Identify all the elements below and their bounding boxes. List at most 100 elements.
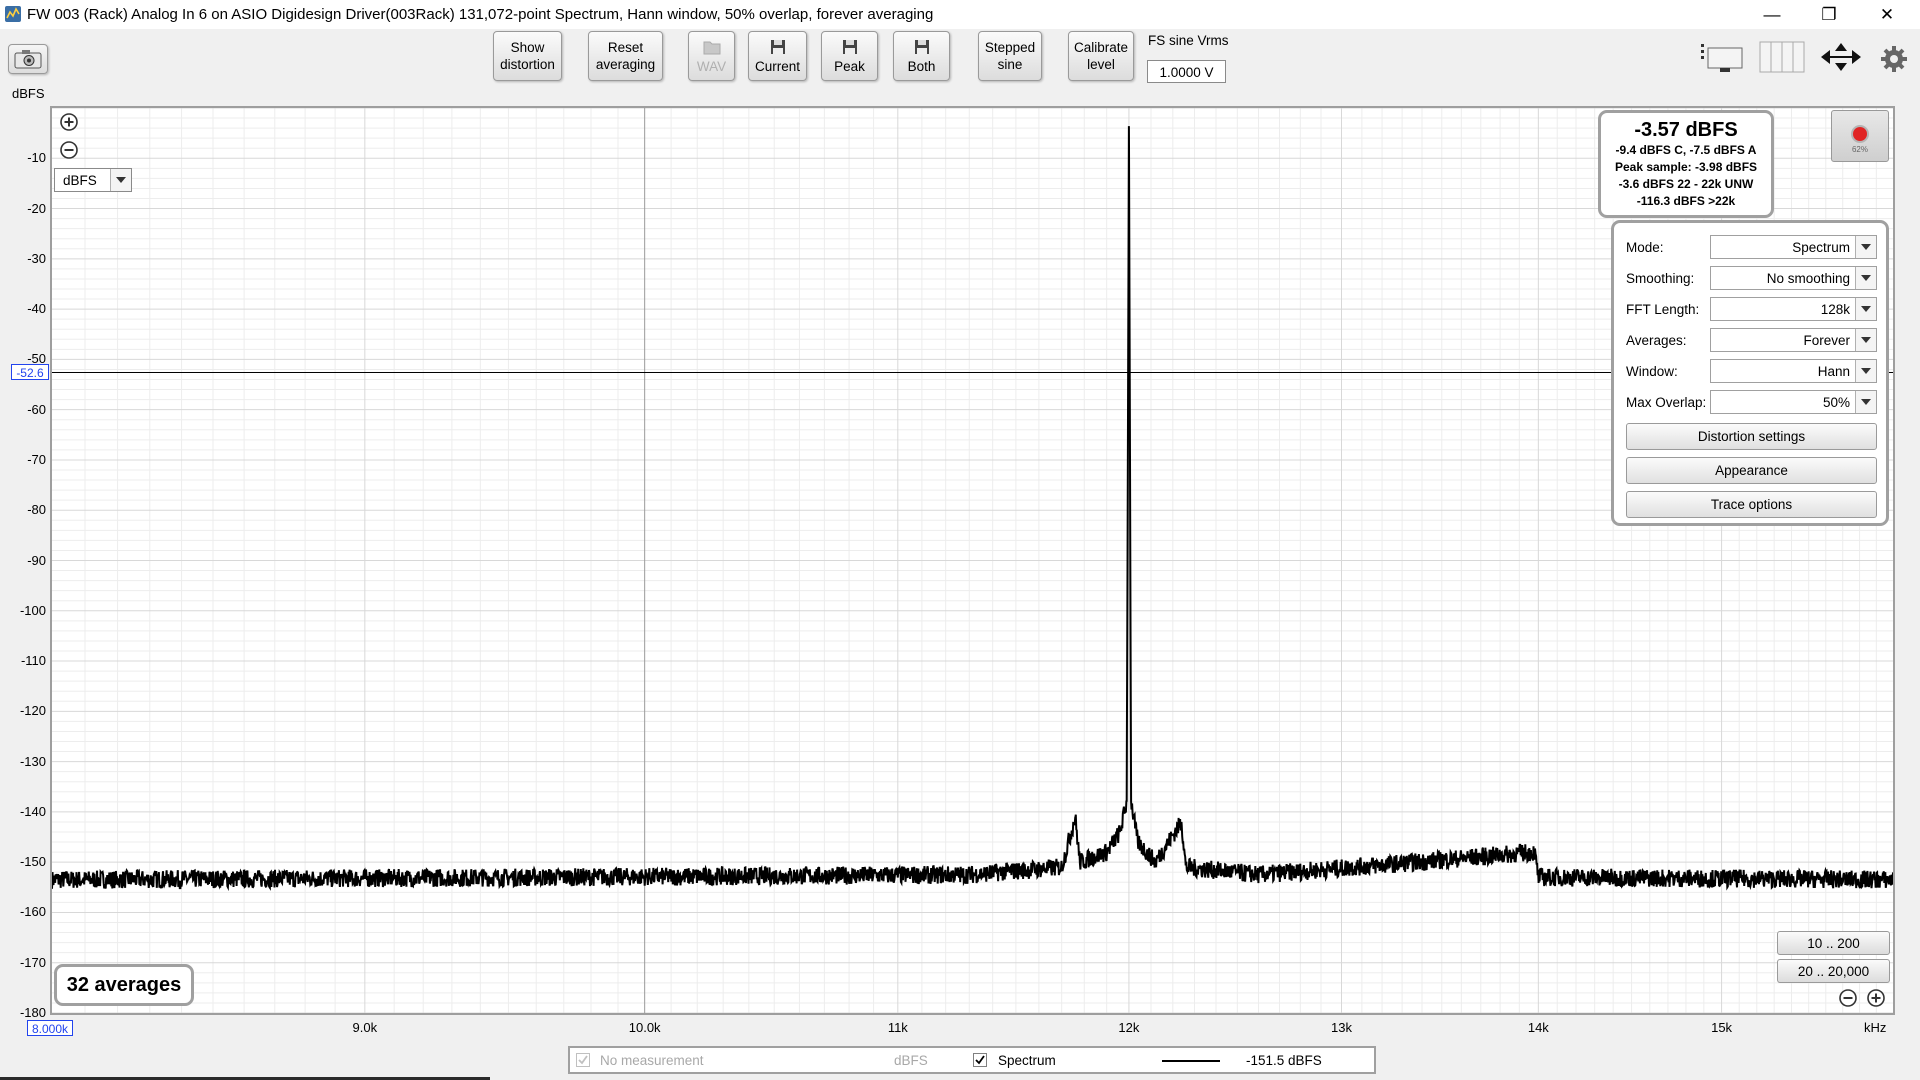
x-unit-label: kHz xyxy=(1864,1020,1887,1035)
minimize-button[interactable]: — xyxy=(1743,0,1801,29)
calibrate-level-label-2: level xyxy=(1087,57,1115,72)
y-tick-label: -70 xyxy=(27,451,46,467)
chevron-down-icon[interactable] xyxy=(1855,329,1876,351)
mode-label: Mode: xyxy=(1626,240,1664,255)
app-icon xyxy=(5,6,21,22)
legend: No measurement dBFS Spectrum -151.5 dBFS xyxy=(568,1046,1376,1074)
peak-label: Peak xyxy=(834,58,865,74)
toolbar xyxy=(0,29,1920,105)
y-tick-label: -130 xyxy=(19,753,46,769)
y-tick-label: -170 xyxy=(19,954,46,970)
fft-length-value: 128k xyxy=(1820,302,1850,317)
zoom-in-icon[interactable] xyxy=(59,112,79,132)
pan-arrows-icon[interactable] xyxy=(1818,40,1864,74)
level-peak-sample: Peak sample: -3.98 dBFS xyxy=(1614,160,1758,174)
camera-button[interactable] xyxy=(8,44,48,74)
record-button[interactable]: 62% xyxy=(1831,110,1889,162)
both-label: Both xyxy=(907,58,936,74)
chevron-down-icon[interactable] xyxy=(1855,298,1876,320)
y-tick-label: -40 xyxy=(27,301,46,317)
no-measurement-checkbox[interactable] xyxy=(576,1053,590,1067)
wav-button[interactable]: WAV xyxy=(688,31,735,81)
no-measurement-unit: dBFS xyxy=(894,1053,928,1068)
title-bar: FW 003 (Rack) Analog In 6 on ASIO Digide… xyxy=(0,0,1920,30)
calibrate-level-label-1: Calibrate xyxy=(1073,40,1129,55)
window-select[interactable]: Hann xyxy=(1710,359,1877,383)
layout-controls-icon[interactable] xyxy=(1698,40,1746,74)
y-tick-label: -160 xyxy=(19,904,46,920)
y-tick-label: -120 xyxy=(19,703,46,719)
fs-sine-input[interactable]: 1.0000 V xyxy=(1147,60,1226,83)
show-distortion-button[interactable]: Show distortion xyxy=(493,31,562,81)
x-tick-label: 11k xyxy=(887,1020,908,1035)
x-tick-label: 14k xyxy=(1527,1020,1549,1035)
restore-button[interactable]: ❐ xyxy=(1800,0,1858,29)
both-button[interactable]: Both xyxy=(893,31,950,81)
save-icon xyxy=(914,39,929,54)
window-title: FW 003 (Rack) Analog In 6 on ASIO Digide… xyxy=(27,6,934,23)
averages-count: 32 averages xyxy=(54,964,194,1006)
level-readout: -3.57 dBFS -9.4 dBFS C, -7.5 dBFS A Peak… xyxy=(1598,110,1774,218)
zoom-out-icon[interactable] xyxy=(59,140,79,160)
calibrate-level-button[interactable]: Calibrate level xyxy=(1068,31,1134,81)
fft-length-select[interactable]: 128k xyxy=(1710,297,1877,321)
distortion-settings-button[interactable]: Distortion settings xyxy=(1626,423,1877,450)
smoothing-select[interactable]: No smoothing xyxy=(1710,266,1877,290)
y-tick-label: -110 xyxy=(20,653,46,669)
smoothing-value: No smoothing xyxy=(1766,271,1850,286)
averages-label: Averages: xyxy=(1626,333,1687,348)
unit-select[interactable]: dBFS xyxy=(54,168,132,192)
spectrum-checkbox[interactable] xyxy=(973,1053,987,1067)
gear-icon[interactable] xyxy=(1879,44,1909,74)
cursor-y-readout[interactable]: -52.6 xyxy=(11,364,49,380)
zoom-in-icon[interactable] xyxy=(1866,988,1886,1008)
averages-select[interactable]: Forever xyxy=(1710,328,1877,352)
chevron-down-icon[interactable] xyxy=(110,169,131,191)
spectrum-legend-label: Spectrum xyxy=(998,1053,1056,1068)
zoom-out-icon[interactable] xyxy=(1838,988,1858,1008)
y-tick-label: -20 xyxy=(27,200,46,216)
max-overlap-value: 50% xyxy=(1822,395,1850,410)
close-button[interactable]: ✕ xyxy=(1858,0,1916,29)
chevron-down-icon[interactable] xyxy=(1855,391,1876,413)
averages-value: Forever xyxy=(1803,333,1850,348)
reset-averaging-label-1: Reset xyxy=(607,40,644,55)
appearance-button[interactable]: Appearance xyxy=(1626,457,1877,484)
chevron-down-icon[interactable] xyxy=(1855,360,1876,382)
save-icon xyxy=(770,39,785,54)
camera-icon xyxy=(14,50,42,69)
check-icon xyxy=(975,1055,985,1065)
y-tick-label: -180 xyxy=(19,1005,46,1020)
mode-select[interactable]: Spectrum xyxy=(1710,235,1877,259)
level-main-value: -3.57 dBFS xyxy=(1634,119,1738,141)
stepped-sine-button[interactable]: Stepped sine xyxy=(978,31,1042,81)
max-overlap-select[interactable]: 50% xyxy=(1710,390,1877,414)
peak-button[interactable]: Peak xyxy=(821,31,878,81)
smoothing-label: Smoothing: xyxy=(1626,271,1695,286)
range-20-20000-button[interactable]: 20 .. 20,000 xyxy=(1777,959,1890,983)
stepped-sine-label-1: Stepped xyxy=(984,40,1036,55)
range-10-200-button[interactable]: 10 .. 200 xyxy=(1777,931,1890,955)
y-tick-label: -140 xyxy=(19,803,46,819)
current-button[interactable]: Current xyxy=(748,31,807,81)
wav-label: WAV xyxy=(696,58,727,74)
chevron-down-icon[interactable] xyxy=(1855,267,1876,289)
cursor-x-readout[interactable]: 8.000k xyxy=(27,1020,73,1036)
x-tick-label: 10.0k xyxy=(628,1020,661,1035)
level-above-22k: -116.3 dBFS >22k xyxy=(1636,194,1736,208)
reset-averaging-button[interactable]: Reset averaging xyxy=(588,31,663,81)
check-icon xyxy=(578,1055,588,1065)
y-tick-label: -100 xyxy=(19,602,46,618)
chevron-down-icon[interactable] xyxy=(1855,236,1876,258)
max-overlap-label: Max Overlap: xyxy=(1626,395,1707,410)
y-tick-label: -80 xyxy=(27,502,46,518)
trace-options-button[interactable]: Trace options xyxy=(1626,491,1877,518)
x-tick-label: 15k xyxy=(1711,1020,1733,1035)
level-unweighted: -3.6 dBFS 22 - 22k UNW xyxy=(1618,177,1754,191)
unit-select-value: dBFS xyxy=(63,173,97,188)
columns-icon[interactable] xyxy=(1759,40,1805,74)
window-label: Window: xyxy=(1626,364,1678,379)
y-tick-label: -30 xyxy=(27,250,46,266)
stepped-sine-label-2: sine xyxy=(997,57,1023,72)
y-unit-label: dBFS xyxy=(12,86,45,101)
